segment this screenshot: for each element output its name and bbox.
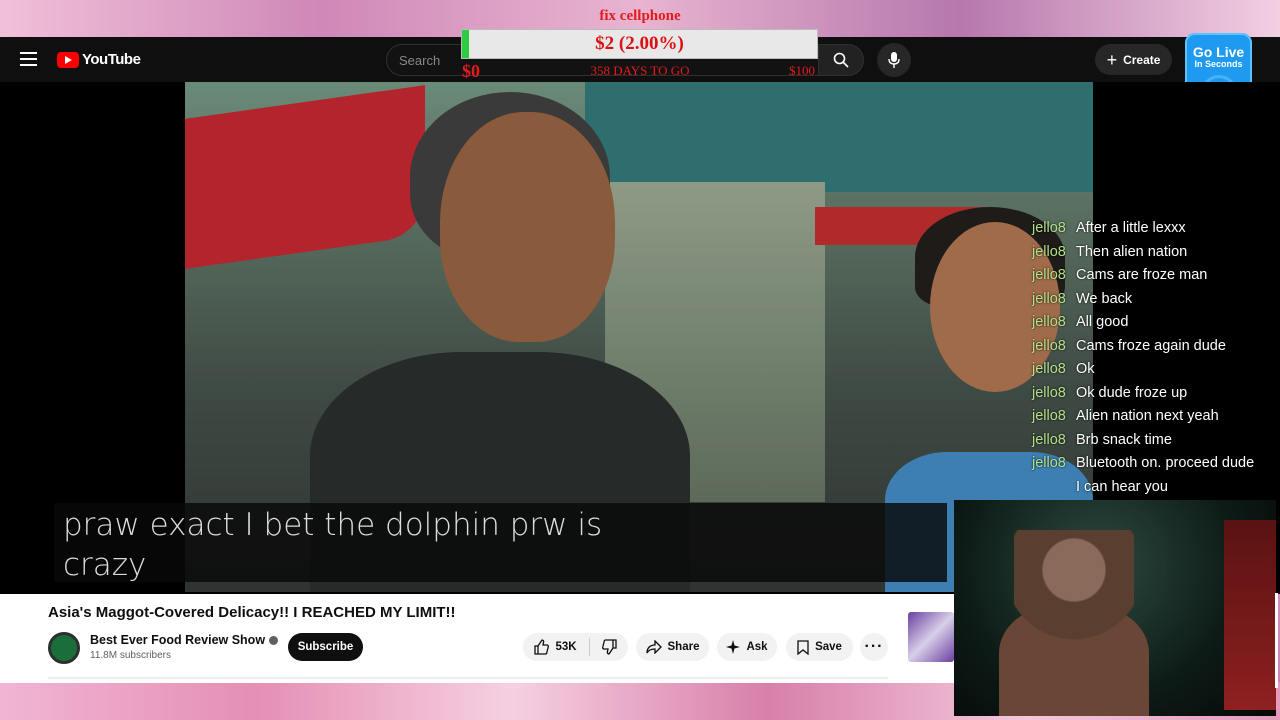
goal-progress-bar: $2 (2.00%) — [461, 29, 818, 59]
chat-username: jello8 — [1032, 337, 1066, 354]
chat-message: jello8 Cams are froze man — [1032, 265, 1277, 289]
like-count[interactable]: 53K — [555, 641, 576, 653]
search-icon — [833, 52, 849, 68]
create-label: Create — [1123, 52, 1161, 67]
goal-min: $0 — [462, 61, 480, 81]
more-icon: ··· — [864, 638, 884, 655]
webcam-red-wall — [1224, 520, 1276, 710]
chat-message: jello8 Ok dude froze up — [1032, 383, 1277, 407]
thumbs-down-icon[interactable] — [601, 639, 618, 655]
chat-username: jello8 — [1032, 267, 1066, 283]
video-title: Asia's Maggot-Covered Delicacy!! I REACH… — [48, 604, 456, 621]
chat-message-text: We back — [1076, 290, 1133, 307]
subscribe-button[interactable]: Subscribe — [288, 633, 363, 661]
chat-message-text: Alien nation next yeah — [1076, 408, 1219, 424]
chat-message: jello8 All good — [1032, 312, 1277, 336]
chat-message-text: Cams froze again dude — [1076, 337, 1226, 354]
like-divider — [588, 638, 590, 656]
chat-message: jello8 Bluetooth on. proceed dude — [1032, 453, 1277, 477]
ask-label: Ask — [746, 641, 768, 653]
chat-username: jello8 — [1032, 243, 1066, 260]
chat-overlay: jello8 After a little lexxx jello8 Then ali… — [1032, 218, 1277, 500]
chat-username: jello8 — [1032, 290, 1066, 307]
chat-message: jello8 Alien nation next yeah — [1032, 406, 1277, 430]
subscriber-count: 11.8M subscribers — [90, 650, 171, 661]
microphone-icon — [888, 52, 900, 68]
chat-message: jello8 We back — [1032, 289, 1277, 313]
verified-icon — [269, 636, 279, 646]
sparkle-icon — [726, 640, 741, 654]
section-divider — [48, 677, 888, 679]
menu-icon[interactable] — [20, 52, 37, 66]
channel-name-row[interactable]: Best Ever Food Review Show — [90, 633, 279, 647]
market-awning — [585, 82, 1093, 192]
chat-username: jello8 — [1032, 220, 1066, 236]
chat-message: jello8 After a little lexxx — [1032, 218, 1277, 242]
chat-username: jello8 — [1032, 408, 1066, 424]
share-icon — [645, 640, 662, 654]
chat-message-text: All good — [1076, 314, 1129, 330]
chat-message-text: Ok dude froze up — [1076, 384, 1188, 401]
share-button[interactable]: Share — [636, 633, 709, 661]
red-umbrella — [185, 85, 425, 269]
channel-avatar[interactable] — [48, 632, 80, 664]
thumbs-up-icon[interactable] — [533, 639, 550, 655]
chat-message: jello8 Ok — [1032, 359, 1277, 383]
bookmark-icon — [797, 639, 809, 655]
chat-username: jello8 — [1032, 431, 1066, 448]
chat-message-text: After a little lexxx — [1076, 220, 1186, 236]
scrollbar[interactable] — [1275, 593, 1278, 688]
chat-username: jello8 — [1032, 361, 1066, 377]
chat-message-continuation: I can hear you — [1076, 478, 1168, 495]
voice-search-button[interactable] — [877, 43, 911, 77]
caption-text: praw exact I bet the dolphin prw is craz… — [63, 507, 603, 583]
ask-button[interactable]: Ask — [717, 633, 777, 661]
goal-max: $100 — [789, 63, 815, 78]
goal-days-remaining: 358 DAYS TO GO — [590, 63, 690, 78]
like-dislike-group: 53K — [523, 633, 628, 661]
chat-message: jello8 Cams froze again dude — [1032, 336, 1277, 360]
youtube-logo-text: YouTube — [82, 51, 141, 68]
create-button[interactable]: + Create — [1095, 44, 1172, 75]
youtube-logo[interactable]: YouTube — [57, 51, 141, 68]
related-video-thumbnail[interactable] — [908, 612, 954, 662]
chat-message-text: Then alien nation — [1076, 243, 1188, 260]
channel-name: Best Ever Food Review Show — [90, 633, 266, 647]
video-info: Asia's Maggot-Covered Delicacy!! I REACH… — [0, 594, 954, 683]
chat-username: jello8 — [1032, 384, 1066, 401]
chat-message-text: Bluetooth on. proceed dude — [1076, 455, 1255, 471]
search-button[interactable] — [818, 44, 864, 76]
chat-message-text: Brb snack time — [1076, 431, 1172, 448]
goal-amount: $2 (2.00%) — [595, 33, 684, 54]
caption-box: praw exact I bet the dolphin prw is craz… — [54, 503, 947, 583]
chat-username: jello8 — [1032, 314, 1066, 330]
webcam-overlay — [954, 500, 1276, 716]
man-face — [440, 112, 615, 342]
webcam-person-head — [1014, 530, 1134, 716]
more-actions-button[interactable]: ··· — [860, 633, 888, 661]
youtube-play-icon — [57, 51, 79, 68]
save-button[interactable]: Save — [786, 633, 853, 661]
go-live-title: Go Live — [1192, 44, 1245, 60]
chat-message: jello8 Then alien nation — [1032, 242, 1277, 266]
go-live-subtitle: In Seconds — [1194, 59, 1243, 69]
chat-message-text: Ok — [1076, 361, 1095, 377]
chat-username: jello8 — [1032, 455, 1066, 471]
chat-message-text: Cams are froze man — [1076, 267, 1208, 283]
goal-title: fix cellphone — [599, 8, 681, 24]
chat-message: jello8 Brb snack time — [1032, 430, 1277, 454]
save-label: Save — [815, 641, 842, 653]
share-label: Share — [667, 641, 700, 653]
plus-icon: + — [1106, 49, 1118, 70]
